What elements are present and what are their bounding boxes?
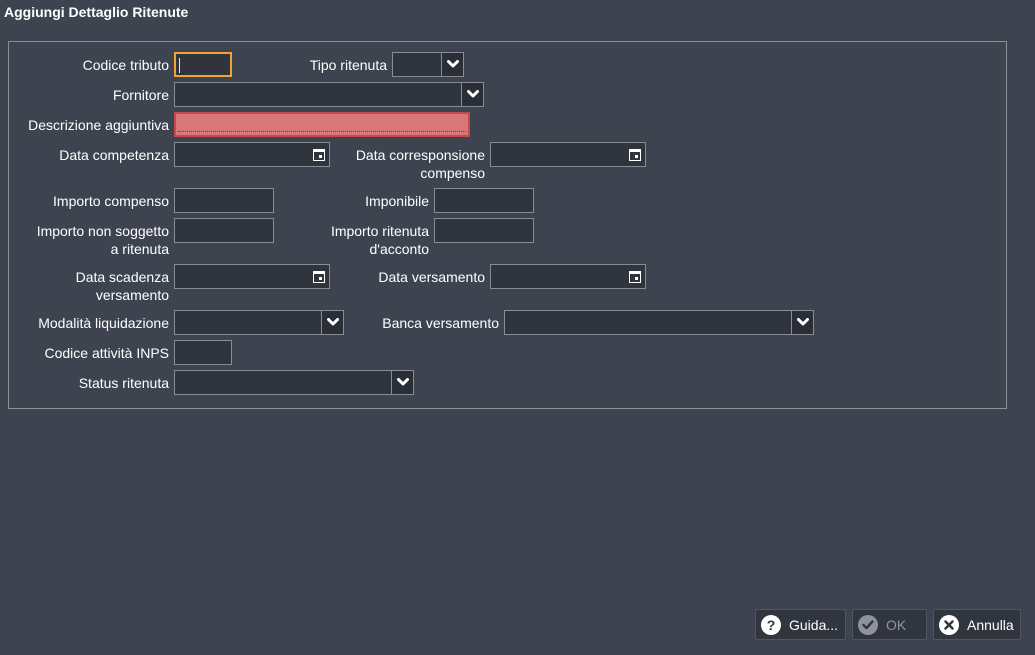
ok-button-label: OK <box>886 616 907 633</box>
fornitore-label: Fornitore <box>112 87 169 103</box>
importo-non-soggetto-label: Importo non soggetto a ritenuta <box>36 223 169 257</box>
data-scadenza-versamento-label: Data scadenza versamento <box>75 269 169 303</box>
data-versamento-input[interactable] <box>490 264 646 289</box>
banca-versamento-label: Banca versamento <box>382 315 499 331</box>
data-versamento-label: Data versamento <box>378 269 485 285</box>
descrizione-aggiuntiva-input[interactable] <box>174 112 470 137</box>
importo-ritenuta-acconto-input[interactable] <box>434 218 534 243</box>
modalita-liquidazione-select[interactable] <box>174 310 344 335</box>
chevron-down-icon[interactable] <box>441 53 463 76</box>
text-caret <box>179 58 180 73</box>
calendar-icon[interactable] <box>308 143 329 166</box>
importo-non-soggetto-input[interactable] <box>174 218 274 243</box>
codice-tributo-input[interactable] <box>174 52 232 77</box>
banca-versamento-select[interactable] <box>504 310 814 335</box>
tipo-ritenuta-select[interactable] <box>392 52 464 77</box>
data-competenza-input[interactable] <box>174 142 330 167</box>
cancel-button-label: Annulla <box>967 616 1014 633</box>
chevron-down-icon[interactable] <box>391 371 413 394</box>
status-ritenuta-select[interactable] <box>174 370 414 395</box>
cancel-button[interactable]: Annulla <box>933 609 1021 640</box>
close-icon <box>939 614 959 635</box>
ok-button[interactable]: OK <box>852 609 927 640</box>
question-icon: ? <box>761 614 781 635</box>
modalita-liquidazione-label: Modalità liquidazione <box>38 315 169 331</box>
help-button[interactable]: ? Guida... <box>755 609 846 640</box>
chevron-down-icon[interactable] <box>321 311 343 334</box>
fornitore-select[interactable] <box>174 82 484 107</box>
data-corresponsione-compenso-label: Data corresponsione compenso <box>355 147 485 181</box>
codice-attivita-inps-input[interactable] <box>174 340 232 365</box>
imponibile-label: Imponibile <box>365 193 429 209</box>
chevron-down-icon[interactable] <box>791 311 813 334</box>
window-title: Aggiungi Dettaglio Ritenute <box>4 4 189 20</box>
codice-attivita-inps-label: Codice attività INPS <box>44 345 170 361</box>
importo-compenso-input[interactable] <box>174 188 274 213</box>
validation-underline <box>178 131 466 132</box>
calendar-icon[interactable] <box>624 143 645 166</box>
status-ritenuta-label: Status ritenuta <box>78 375 169 391</box>
descrizione-aggiuntiva-label: Descrizione aggiuntiva <box>28 117 169 133</box>
importo-ritenuta-acconto-label: Importo ritenuta d'acconto <box>330 223 429 257</box>
data-corresponsione-compenso-input[interactable] <box>490 142 646 167</box>
codice-tributo-label: Codice tributo <box>82 57 169 73</box>
imponibile-input[interactable] <box>434 188 534 213</box>
importo-compenso-label: Importo compenso <box>53 193 169 209</box>
calendar-icon[interactable] <box>624 265 645 288</box>
check-icon <box>858 614 878 635</box>
calendar-icon[interactable] <box>308 265 329 288</box>
chevron-down-icon[interactable] <box>461 83 483 106</box>
tipo-ritenuta-label: Tipo ritenuta <box>309 57 387 73</box>
data-competenza-label: Data competenza <box>59 147 169 163</box>
data-scadenza-versamento-input[interactable] <box>174 264 330 289</box>
help-button-label: Guida... <box>789 616 839 633</box>
